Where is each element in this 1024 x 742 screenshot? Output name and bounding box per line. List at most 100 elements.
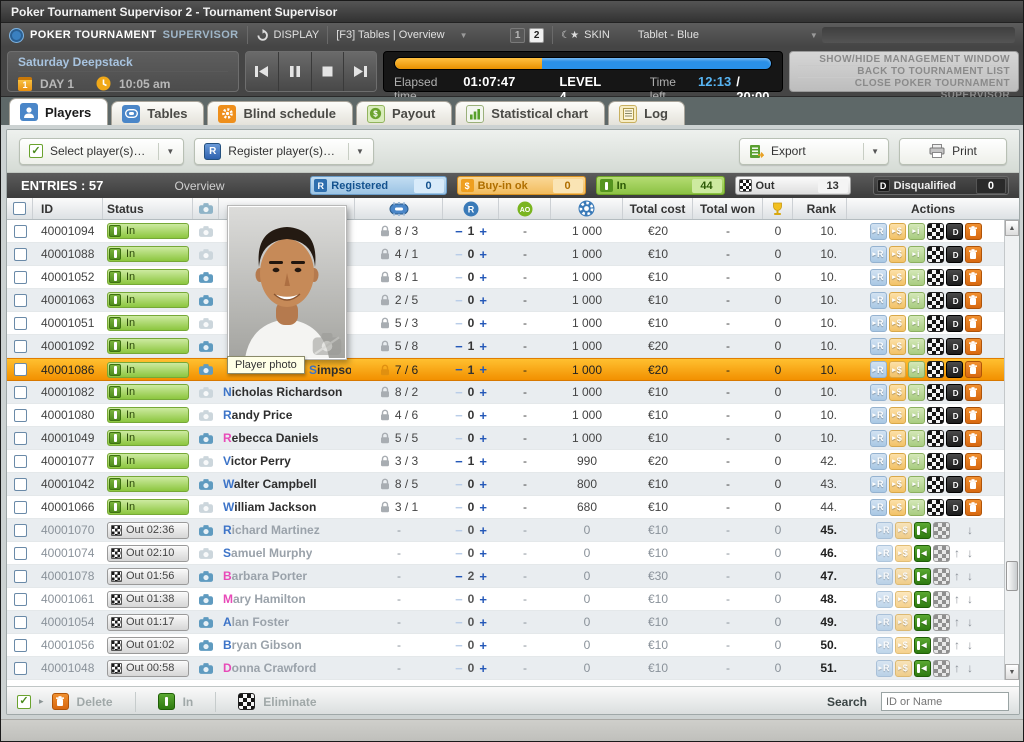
player-photo-button[interactable] (193, 289, 219, 311)
header-rebuys[interactable]: R (443, 198, 499, 219)
row-checkbox[interactable] (7, 381, 33, 403)
rebuy-minus-button[interactable]: − (455, 316, 463, 331)
set-in-button[interactable]: ▸i (908, 315, 925, 332)
monitor-2-button[interactable]: 2 (529, 28, 544, 43)
row-checkbox[interactable] (7, 427, 33, 449)
header-total-cost[interactable]: Total cost (623, 198, 693, 219)
player-photo-button[interactable] (193, 404, 219, 426)
set-registered-button[interactable]: ▸R (876, 568, 893, 585)
delete-player-button[interactable] (965, 223, 982, 240)
camera-icon[interactable] (199, 663, 213, 674)
eliminate-button[interactable] (927, 223, 944, 240)
rebuy-plus-button[interactable]: + (479, 431, 487, 446)
camera-icon[interactable] (199, 640, 213, 651)
player-row[interactable]: 40001056 Out 01:02 Bryan Gibson - −0+ - … (7, 634, 1004, 657)
player-photo-button[interactable] (193, 450, 219, 472)
header-table-seat[interactable] (355, 198, 443, 219)
reenter-in-button[interactable]: ◂ (914, 522, 931, 539)
set-buyin-button[interactable]: ▸$ (889, 361, 906, 378)
player-row[interactable]: 40001094 In 8 / 3 −1+ - 1 000 €20 - 0 10… (7, 220, 1004, 243)
header-addons[interactable]: AO (499, 198, 551, 219)
status-badge-out[interactable]: Out 01:02 (107, 637, 189, 654)
reenter-in-button[interactable]: ◂ (914, 545, 931, 562)
rebuy-plus-button[interactable]: + (479, 523, 487, 538)
filter-disqualified[interactable]: D Disqualified 0 (873, 176, 1009, 195)
rebuy-minus-button[interactable]: − (455, 362, 463, 377)
in-button[interactable]: In (183, 695, 194, 709)
rank-down-button[interactable]: ↓ (964, 546, 977, 560)
scroll-down-button[interactable]: ▼ (1005, 664, 1019, 680)
player-row[interactable]: 40001074 Out 02:10 Samuel Murphy - −0+ -… (7, 542, 1004, 565)
eliminate-button[interactable] (927, 499, 944, 516)
player-row[interactable]: 40001082 In Nicholas Richardson 8 / 2 −0… (7, 381, 1004, 404)
player-photo-button[interactable] (193, 381, 219, 403)
set-registered-button[interactable]: ▸R (876, 660, 893, 677)
disqualify-button[interactable]: D (946, 499, 963, 516)
scrollbar-track[interactable] (1005, 236, 1019, 664)
header-status[interactable]: Status (103, 198, 193, 219)
set-buyin-button[interactable]: ▸$ (889, 407, 906, 424)
player-row[interactable]: 40001052 In 8 / 1 −0+ - 1 000 €10 - 0 10… (7, 266, 1004, 289)
eliminate-button[interactable]: Eliminate (263, 695, 316, 709)
player-row[interactable]: 40001063 In 2 / 5 −0+ - 1 000 €10 - 0 10… (7, 289, 1004, 312)
camera-icon[interactable] (199, 525, 213, 536)
eliminate-button[interactable] (927, 246, 944, 263)
player-row[interactable]: 40001049 In Rebecca Daniels 5 / 5 −0+ - … (7, 427, 1004, 450)
camera-icon[interactable] (199, 272, 213, 283)
rebuy-plus-button[interactable]: + (479, 569, 487, 584)
player-photo-button[interactable] (193, 657, 219, 679)
eliminate-button[interactable] (927, 384, 944, 401)
player-photo-button[interactable] (193, 565, 219, 587)
rebuy-minus-button[interactable]: − (455, 224, 463, 239)
tab-payout[interactable]: $ Payout (356, 101, 452, 125)
set-buyin-button[interactable]: ▸$ (895, 568, 912, 585)
row-checkbox[interactable] (7, 634, 33, 656)
chevron-right-icon[interactable]: ▸ (39, 696, 44, 707)
delete-player-button[interactable] (965, 499, 982, 516)
status-badge-out[interactable]: Out 00:58 (107, 660, 189, 677)
register-players-button[interactable]: R Register player(s)… ▼ (194, 138, 374, 165)
player-photo-button[interactable] (193, 634, 219, 656)
player-photo-button[interactable] (193, 496, 219, 518)
delete-player-button[interactable] (965, 430, 982, 447)
disqualify-button[interactable]: D (946, 292, 963, 309)
camera-icon[interactable] (199, 433, 213, 444)
rank-down-button[interactable]: ↓ (964, 569, 977, 583)
rebuy-plus-button[interactable]: + (479, 339, 487, 354)
eliminate-button[interactable] (927, 453, 944, 470)
row-checkbox[interactable] (7, 359, 33, 380)
eliminate-button[interactable] (927, 338, 944, 355)
set-registered-button[interactable]: ▸R (870, 269, 887, 286)
rank-up-button[interactable]: ↑ (951, 592, 964, 606)
player-photo-button[interactable] (193, 266, 219, 288)
rebuy-plus-button[interactable]: + (479, 477, 487, 492)
delete-player-button[interactable] (965, 269, 982, 286)
reenter-in-button[interactable]: ◂ (914, 660, 931, 677)
set-in-button[interactable]: ▸i (908, 430, 925, 447)
header-rank[interactable]: Rank (793, 198, 847, 219)
set-in-button[interactable]: ▸i (908, 338, 925, 355)
set-registered-button[interactable]: ▸R (870, 315, 887, 332)
player-photo-button[interactable] (193, 335, 219, 357)
camera-icon[interactable] (199, 226, 213, 237)
stop-button[interactable] (312, 52, 345, 91)
close-supervisor-button[interactable]: CLOSE POKER TOURNAMENT SUPERVISOR (798, 78, 1010, 90)
rebuy-minus-button[interactable]: − (455, 247, 463, 262)
tab-blind-schedule[interactable]: Blind schedule (207, 101, 352, 125)
set-in-button[interactable]: ▸i (908, 476, 925, 493)
set-registered-button[interactable]: ▸R (870, 361, 887, 378)
player-row[interactable]: 40001078 Out 01:56 Barbara Porter - −2+ … (7, 565, 1004, 588)
pause-button[interactable] (279, 52, 312, 91)
delete-player-button[interactable] (965, 338, 982, 355)
select-players-button[interactable]: ✓ Select player(s)… ▼ (19, 138, 184, 165)
rebuy-minus-button[interactable]: − (455, 615, 463, 630)
tab-log[interactable]: Log (608, 101, 685, 125)
player-row[interactable]: 40001086 In Simpson 7 / 6 −1+ - 1 000 €2… (7, 358, 1004, 381)
show-hide-management-button[interactable]: SHOW/HIDE MANAGEMENT WINDOW (798, 54, 1010, 66)
camera-icon[interactable] (199, 594, 213, 605)
disqualify-button[interactable]: D (946, 223, 963, 240)
header-total-won[interactable]: Total won (693, 198, 763, 219)
disqualify-button[interactable]: D (946, 246, 963, 263)
header-select-all[interactable] (7, 198, 33, 219)
rebuy-minus-button[interactable]: − (455, 546, 463, 561)
